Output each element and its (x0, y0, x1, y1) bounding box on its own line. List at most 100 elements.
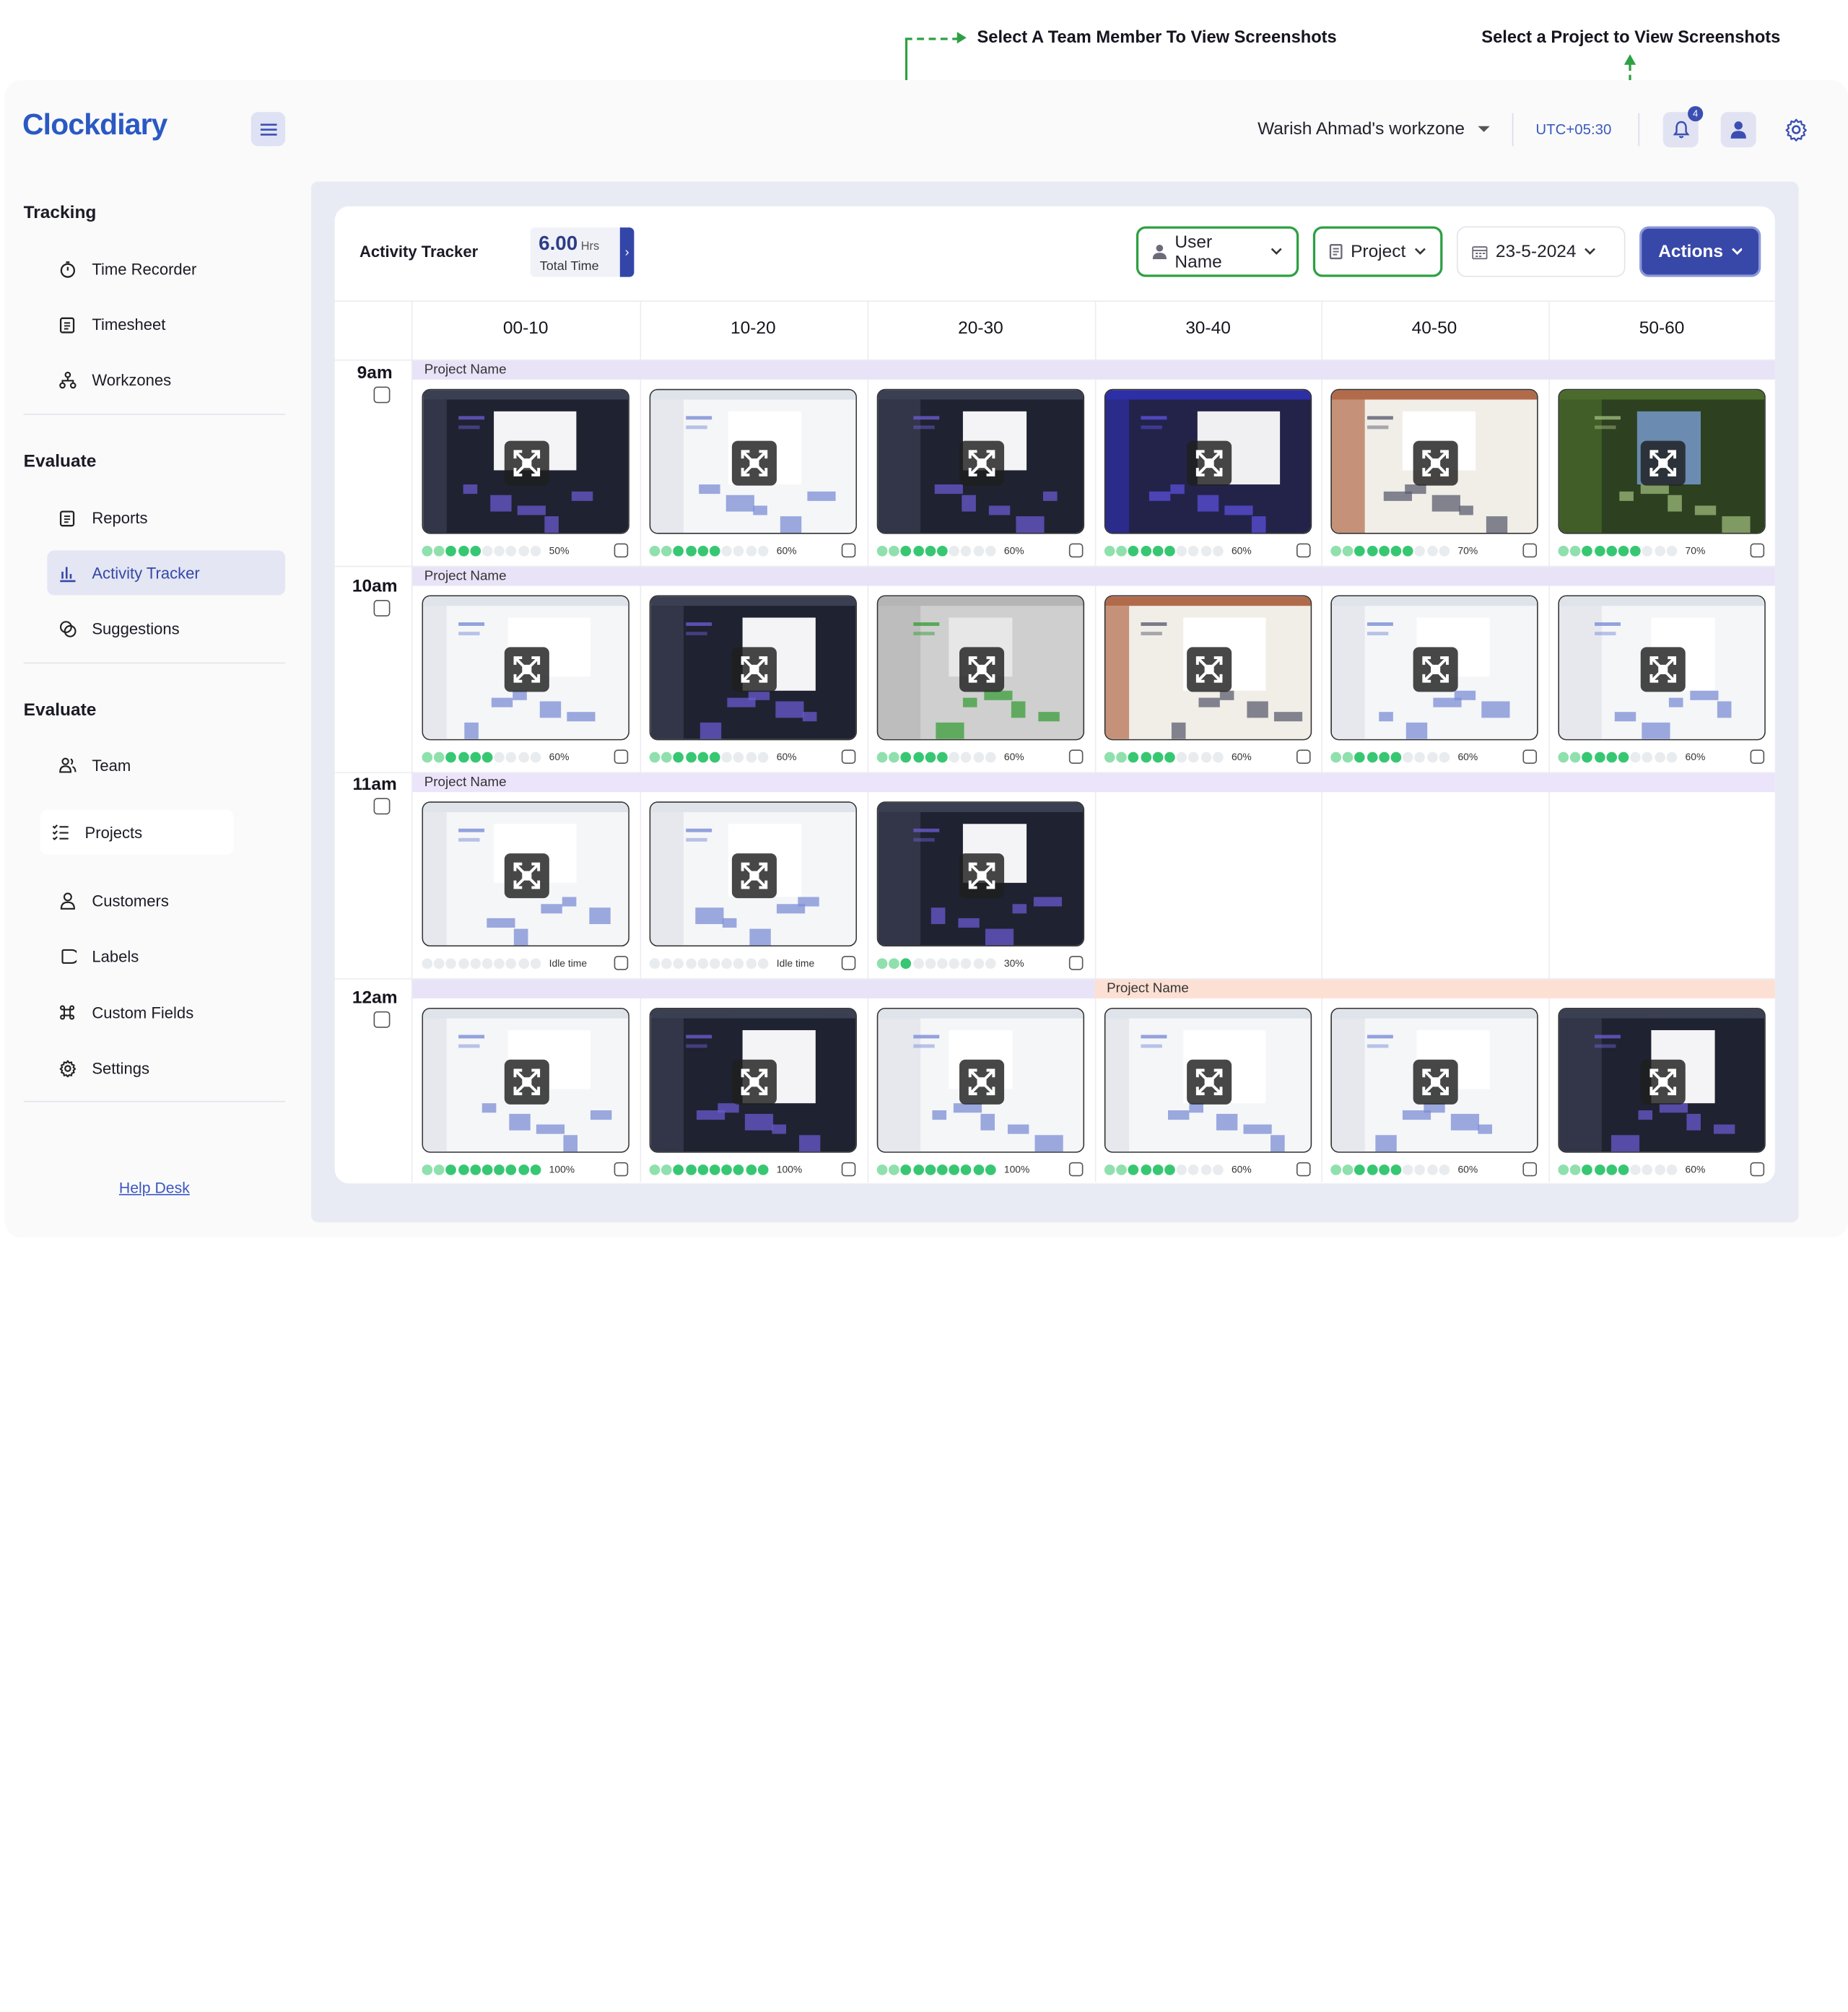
screenshot-thumbnail[interactable] (1104, 1007, 1312, 1153)
project-filter-dropdown[interactable]: Project (1312, 226, 1443, 277)
screenshot-select-checkbox[interactable] (841, 1162, 856, 1177)
expand-icon[interactable] (1413, 440, 1458, 486)
sidebar-item-time-recorder[interactable]: Time Recorder (47, 246, 285, 291)
expand-icon[interactable] (959, 1059, 1005, 1105)
hour-label: 9am (357, 362, 393, 383)
expand-icon[interactable] (731, 853, 777, 899)
screenshot-thumbnail[interactable] (1558, 595, 1766, 741)
screenshot-select-checkbox[interactable] (1750, 1162, 1765, 1177)
help-desk-link[interactable]: Help Desk (119, 1179, 190, 1196)
screenshot-select-checkbox[interactable] (841, 956, 856, 970)
expand-icon[interactable] (504, 440, 549, 486)
settings-button[interactable] (1779, 112, 1814, 147)
screenshot-select-checkbox[interactable] (1750, 749, 1765, 764)
expand-icon[interactable] (1640, 1059, 1686, 1105)
activity-dot (961, 545, 972, 556)
expand-icon[interactable] (731, 647, 777, 692)
screenshot-select-checkbox[interactable] (614, 1162, 629, 1177)
notifications-button[interactable]: 4 (1662, 105, 1704, 148)
sidebar-item-timesheet[interactable]: Timesheet (47, 302, 285, 347)
expand-icon[interactable] (1413, 1059, 1458, 1105)
sidebar-item-customers[interactable]: Customers (47, 878, 285, 923)
screenshot-select-checkbox[interactable] (1296, 543, 1311, 558)
activity-dot (889, 1164, 900, 1175)
activity-dot (434, 545, 445, 556)
workspace-selector[interactable]: Warish Ahmad's workzone (1258, 119, 1491, 139)
screenshot-thumbnail[interactable] (422, 595, 629, 741)
screenshot-thumbnail[interactable] (876, 801, 1085, 947)
expand-icon[interactable] (731, 1059, 777, 1105)
screenshot-select-checkbox[interactable] (1296, 1162, 1311, 1177)
screenshot-select-checkbox[interactable] (841, 543, 856, 558)
activity-percent: 100% (776, 1163, 803, 1175)
screenshot-thumbnail[interactable] (1330, 1007, 1538, 1153)
hour-select-checkbox[interactable] (373, 600, 391, 617)
screenshot-thumbnail[interactable] (876, 595, 1085, 741)
screenshot-thumbnail[interactable] (649, 595, 857, 741)
screenshot-thumbnail[interactable] (649, 388, 857, 534)
sidebar-item-reports[interactable]: Reports (47, 495, 285, 540)
expand-icon[interactable] (959, 440, 1005, 486)
expand-icon[interactable] (959, 647, 1005, 692)
screenshot-select-checkbox[interactable] (841, 749, 856, 764)
screenshot-thumbnail[interactable] (649, 801, 857, 947)
screenshot-thumbnail[interactable] (422, 801, 629, 947)
expand-icon[interactable] (1187, 1059, 1232, 1105)
screenshot-thumbnail[interactable] (1330, 388, 1538, 534)
screenshot-thumbnail[interactable] (876, 1007, 1085, 1153)
expand-icon[interactable] (1640, 440, 1686, 486)
sidebar-item-suggestions[interactable]: Suggestions (47, 606, 285, 650)
sidebar-item-label: Team (92, 756, 131, 774)
sidebar-item-label: Projects (84, 823, 143, 841)
screenshot-select-checkbox[interactable] (1296, 749, 1311, 764)
menu-toggle-button[interactable] (250, 112, 286, 147)
screenshot-thumbnail[interactable] (1104, 388, 1312, 534)
expand-icon[interactable] (504, 853, 549, 899)
expand-icon[interactable] (1640, 647, 1686, 692)
hour-select-checkbox[interactable] (373, 1011, 391, 1028)
screenshot-thumbnail[interactable] (422, 388, 629, 534)
screenshot-select-checkbox[interactable] (614, 956, 629, 970)
sidebar-item-custom-fields[interactable]: Custom Fields (47, 990, 285, 1035)
logo[interactable]: Clockdiary (22, 108, 167, 142)
expand-icon[interactable] (504, 647, 549, 692)
screenshot-select-checkbox[interactable] (1522, 749, 1538, 764)
screenshot-select-checkbox[interactable] (1068, 1162, 1084, 1177)
screenshot-select-checkbox[interactable] (1750, 543, 1765, 558)
expand-icon[interactable] (959, 853, 1005, 899)
screenshot-select-checkbox[interactable] (1068, 956, 1084, 970)
activity-dot (972, 751, 984, 762)
sidebar-item-settings[interactable]: Settings (47, 1045, 285, 1090)
expand-icon[interactable] (504, 1059, 549, 1105)
hour-select-checkbox[interactable] (373, 798, 391, 815)
screenshot-select-checkbox[interactable] (1068, 543, 1084, 558)
date-picker[interactable]: 23-5-2024 (1457, 226, 1626, 277)
sidebar-item-labels[interactable]: Labels (47, 933, 285, 978)
activity-percent: 60% (776, 544, 797, 557)
user-filter-dropdown[interactable]: User Name (1136, 226, 1299, 277)
screenshot-select-checkbox[interactable] (1522, 543, 1538, 558)
profile-button[interactable] (1720, 112, 1756, 148)
screenshot-thumbnail[interactable] (1558, 388, 1766, 534)
screenshot-select-checkbox[interactable] (614, 543, 629, 558)
total-time-expand-button[interactable]: › (619, 227, 635, 277)
screenshot-thumbnail[interactable] (1558, 1007, 1766, 1153)
expand-icon[interactable] (1187, 647, 1232, 692)
screenshot-select-checkbox[interactable] (614, 749, 629, 764)
screenshot-select-checkbox[interactable] (1068, 749, 1084, 764)
expand-icon[interactable] (1187, 440, 1232, 486)
expand-icon[interactable] (1413, 647, 1458, 692)
screenshot-thumbnail[interactable] (876, 388, 1085, 534)
screenshot-select-checkbox[interactable] (1522, 1162, 1538, 1177)
sidebar-item-projects[interactable]: Projects (40, 809, 234, 855)
sidebar-item-workzones[interactable]: Workzones (47, 357, 285, 402)
sidebar-item-activity-tracker[interactable]: Activity Tracker (47, 550, 286, 596)
hour-select-checkbox[interactable] (373, 386, 391, 404)
screenshot-thumbnail[interactable] (1104, 595, 1312, 741)
screenshot-thumbnail[interactable] (1330, 595, 1538, 741)
screenshot-thumbnail[interactable] (649, 1007, 857, 1153)
sidebar-item-team[interactable]: Team (47, 743, 285, 788)
actions-button[interactable]: Actions (1639, 226, 1761, 277)
expand-icon[interactable] (731, 440, 777, 486)
screenshot-thumbnail[interactable] (422, 1007, 629, 1153)
